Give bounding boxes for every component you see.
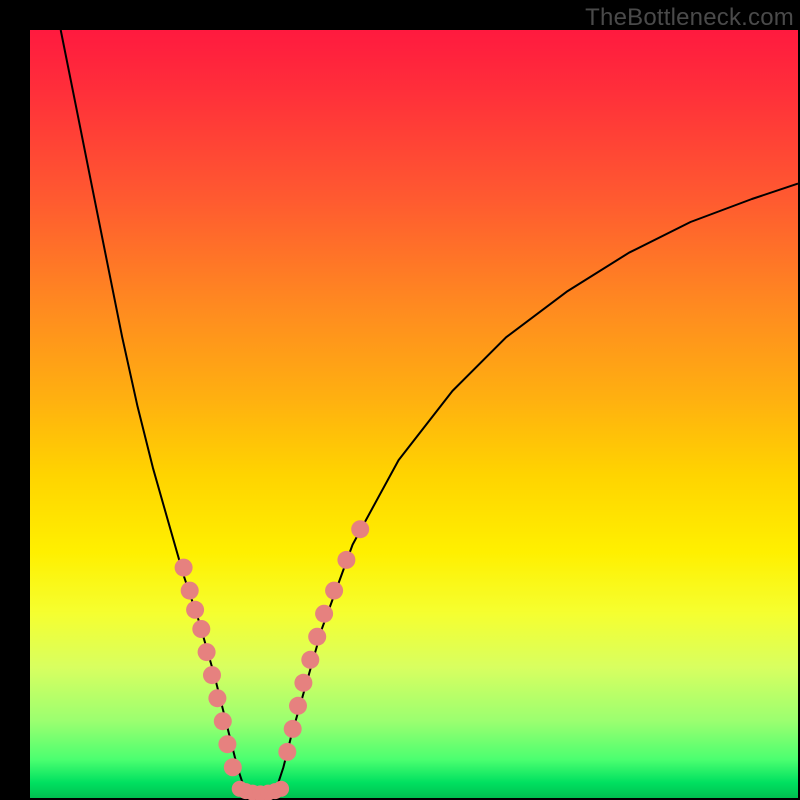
data-dot <box>308 628 326 646</box>
dots-layer <box>175 520 370 800</box>
data-dot <box>208 689 226 707</box>
data-dot <box>284 720 302 738</box>
chart-frame: TheBottleneck.com <box>0 0 800 800</box>
data-dot <box>218 735 236 753</box>
curve-layer <box>61 30 798 796</box>
data-dot <box>203 666 221 684</box>
data-dot <box>175 559 193 577</box>
chart-svg <box>30 30 798 798</box>
data-dot <box>337 551 355 569</box>
data-dot <box>351 520 369 538</box>
data-dot <box>214 712 232 730</box>
data-dot <box>273 781 289 797</box>
data-dot <box>186 601 204 619</box>
data-dot <box>278 743 296 761</box>
data-dot <box>192 620 210 638</box>
data-dot <box>181 582 199 600</box>
data-dot <box>294 674 312 692</box>
data-dot <box>224 758 242 776</box>
data-dot <box>301 651 319 669</box>
plot-area <box>30 30 798 798</box>
data-dot <box>315 605 333 623</box>
data-dot <box>198 643 216 661</box>
v-curve <box>61 30 798 796</box>
data-dot <box>325 582 343 600</box>
data-dot <box>289 697 307 715</box>
watermark-text: TheBottleneck.com <box>585 4 794 32</box>
